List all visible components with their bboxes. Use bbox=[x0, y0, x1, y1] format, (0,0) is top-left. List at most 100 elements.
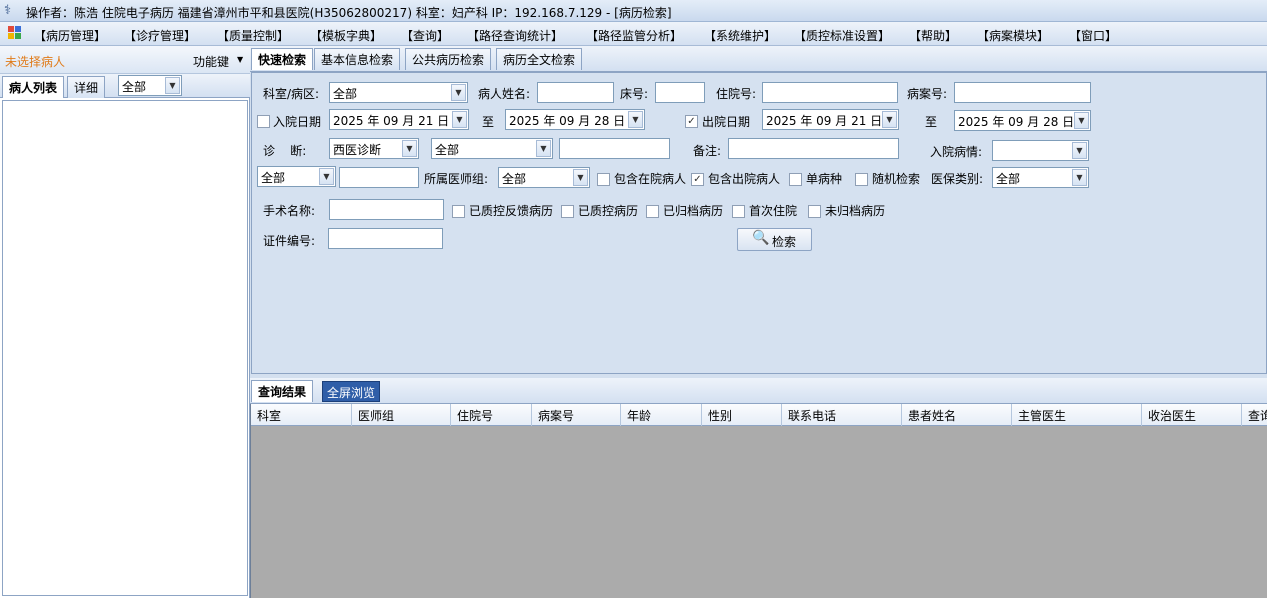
include-inpatient-checkbox[interactable] bbox=[597, 173, 610, 186]
chevron-down-icon[interactable]: ▼ bbox=[1072, 142, 1087, 159]
chevron-down-icon[interactable]: ▼ bbox=[452, 111, 467, 128]
column-header[interactable]: 患者姓名 bbox=[902, 404, 1012, 426]
admit-condition-label: 入院病情: bbox=[930, 145, 983, 159]
admit-date-to[interactable]: 2025 年 09 月 28 日 ▼ bbox=[505, 109, 645, 130]
cert-label: 证件编号: bbox=[263, 234, 316, 248]
menu-case-module[interactable]: 【病案模块】 bbox=[977, 27, 1049, 44]
diagnosis-label: 诊 断: bbox=[263, 144, 307, 158]
menu-path-analysis[interactable]: 【路径监管分析】 bbox=[586, 27, 682, 44]
discharge-to-label: 至 bbox=[925, 115, 938, 129]
column-header[interactable]: 医师组 bbox=[352, 404, 451, 426]
remark-label: 备注: bbox=[693, 144, 722, 158]
cert-input[interactable] bbox=[328, 228, 443, 249]
admit-condition-select[interactable]: ▼ bbox=[992, 140, 1089, 161]
include-inpatient-label: 包含在院病人 bbox=[614, 172, 687, 186]
column-header[interactable]: 主管医生 bbox=[1012, 404, 1142, 426]
case-no-input[interactable] bbox=[954, 82, 1091, 103]
menu-quality-control[interactable]: 【质量控制】 bbox=[217, 27, 289, 44]
chevron-down-icon[interactable]: ▼ bbox=[402, 140, 417, 157]
chevron-down-icon[interactable]: ▼ bbox=[882, 111, 897, 128]
menu-system[interactable]: 【系统维护】 bbox=[704, 27, 776, 44]
discharge-date-to[interactable]: 2025 年 09 月 28 日 ▼ bbox=[954, 110, 1091, 131]
inpatient-no-input[interactable] bbox=[762, 82, 898, 103]
remark-input[interactable] bbox=[728, 138, 899, 159]
search-button-label: 检索 bbox=[772, 235, 797, 249]
tab-fulltext-search[interactable]: 病历全文检索 bbox=[496, 48, 583, 70]
chevron-down-icon[interactable]: ▼ bbox=[1074, 112, 1089, 129]
tab-public-case-search[interactable]: 公共病历检索 bbox=[405, 48, 492, 70]
patient-list[interactable] bbox=[2, 100, 248, 596]
tab-detail[interactable]: 详细 bbox=[67, 76, 106, 98]
dept-select[interactable]: 全部 ▼ bbox=[329, 82, 468, 103]
function-key-button[interactable]: 功能键 bbox=[193, 53, 229, 70]
column-header[interactable]: 病案号 bbox=[532, 404, 621, 426]
menu-window[interactable]: 【窗口】 bbox=[1069, 27, 1117, 44]
random-search-checkbox[interactable] bbox=[855, 173, 868, 186]
tab-quick-search[interactable]: 快速检索 bbox=[251, 48, 314, 70]
diagnosis-type-select[interactable]: 西医诊断 ▼ bbox=[329, 138, 419, 159]
menu-case-management[interactable]: 【病历管理】 bbox=[34, 27, 106, 44]
insurance-select[interactable]: 全部 ▼ bbox=[992, 167, 1089, 188]
chevron-down-icon[interactable]: ▼ bbox=[319, 168, 334, 185]
chevron-down-icon[interactable]: ▼ bbox=[573, 169, 588, 186]
column-header[interactable]: 收治医生 bbox=[1142, 404, 1242, 426]
tab-query-results[interactable]: 查询结果 bbox=[251, 380, 314, 402]
doctor-group-select[interactable]: 全部 ▼ bbox=[498, 167, 590, 188]
column-header[interactable]: 查询 bbox=[1242, 404, 1267, 426]
chevron-down-icon[interactable]: ▼ bbox=[165, 77, 180, 94]
include-discharged-checkbox[interactable]: ✓ bbox=[691, 173, 704, 186]
chevron-down-icon[interactable]: ▼ bbox=[628, 111, 643, 128]
tab-patient-list[interactable]: 病人列表 bbox=[2, 76, 65, 98]
chevron-down-icon[interactable]: ▼ bbox=[536, 140, 551, 157]
insurance-label: 医保类别: bbox=[931, 172, 984, 186]
diagnosis-scope-select[interactable]: 全部 ▼ bbox=[431, 138, 553, 159]
menu-query[interactable]: 【查询】 bbox=[401, 27, 449, 44]
chevron-down-icon[interactable]: ▼ bbox=[1072, 169, 1087, 186]
patient-panel: 未选择病人 功能键 ▼ 病人列表 详细 全部 ▼ bbox=[0, 46, 250, 598]
menu-qc-standards[interactable]: 【质控标准设置】 bbox=[794, 27, 890, 44]
window-title: 操作者：陈浩 住院电子病历 福建省漳州市平和县医院(H35062800217) … bbox=[26, 6, 672, 20]
scope-input[interactable] bbox=[339, 167, 419, 188]
admit-to-label: 至 bbox=[482, 115, 495, 129]
surgery-label: 手术名称: bbox=[263, 204, 316, 218]
discharge-date-label: 出院日期 bbox=[702, 115, 751, 129]
archived-checkbox[interactable] bbox=[646, 205, 659, 218]
admit-date-from[interactable]: 2025 年 09 月 21 日 ▼ bbox=[329, 109, 469, 130]
not-archived-checkbox[interactable] bbox=[808, 205, 821, 218]
menu-treatment[interactable]: 【诊疗管理】 bbox=[124, 27, 196, 44]
qc-done-checkbox[interactable] bbox=[561, 205, 574, 218]
column-header[interactable]: 科室 bbox=[251, 404, 352, 426]
search-button[interactable]: 🔍 检索 bbox=[737, 228, 812, 251]
tab-basic-info-search[interactable]: 基本信息检索 bbox=[314, 48, 401, 70]
menu-templates[interactable]: 【模板字典】 bbox=[310, 27, 382, 44]
quick-search-form: 科室/病区: 全部 ▼ 病人姓名: 床号: 住院号: 病案号: 入院日期 202… bbox=[251, 72, 1267, 374]
fullscreen-button[interactable]: 全屏浏览 bbox=[322, 381, 381, 402]
chevron-down-icon[interactable]: ▼ bbox=[451, 84, 466, 101]
search-tabs: 快速检索 基本信息检索 公共病历检索 病历全文检索 bbox=[250, 46, 1267, 72]
discharge-date-from[interactable]: 2025 年 09 月 21 日 ▼ bbox=[762, 109, 899, 130]
no-patient-label: 未选择病人 bbox=[5, 55, 66, 69]
single-disease-checkbox[interactable] bbox=[789, 173, 802, 186]
patient-filter-select[interactable]: 全部 ▼ bbox=[118, 75, 182, 96]
diagnosis-input[interactable] bbox=[559, 138, 670, 159]
qc-feedback-checkbox[interactable] bbox=[452, 205, 465, 218]
surgery-input[interactable] bbox=[329, 199, 444, 220]
scope-select[interactable]: 全部 ▼ bbox=[257, 166, 336, 187]
discharge-date-checkbox[interactable]: ✓ bbox=[685, 115, 698, 128]
results-grid[interactable]: 科室 医师组 住院号 病案号 年龄 性别 联系电话 患者姓名 主管医生 收治医生… bbox=[250, 404, 1267, 598]
column-header[interactable]: 性别 bbox=[702, 404, 782, 426]
qc-feedback-label: 已质控反馈病历 bbox=[469, 204, 554, 218]
doctor-group-label: 所属医师组: bbox=[424, 172, 489, 186]
patient-panel-header: 未选择病人 功能键 ▼ bbox=[0, 46, 250, 74]
column-header[interactable]: 年龄 bbox=[621, 404, 702, 426]
column-header[interactable]: 联系电话 bbox=[782, 404, 902, 426]
patient-name-input[interactable] bbox=[537, 82, 614, 103]
first-admit-checkbox[interactable] bbox=[732, 205, 745, 218]
admit-date-checkbox[interactable] bbox=[257, 115, 270, 128]
chevron-down-icon[interactable]: ▼ bbox=[237, 55, 243, 64]
column-header[interactable]: 住院号 bbox=[451, 404, 532, 426]
system-menu-icon[interactable] bbox=[8, 26, 22, 40]
bed-input[interactable] bbox=[655, 82, 705, 103]
menu-path-stats[interactable]: 【路径查询统计】 bbox=[467, 27, 563, 44]
menu-help[interactable]: 【帮助】 bbox=[909, 27, 957, 44]
